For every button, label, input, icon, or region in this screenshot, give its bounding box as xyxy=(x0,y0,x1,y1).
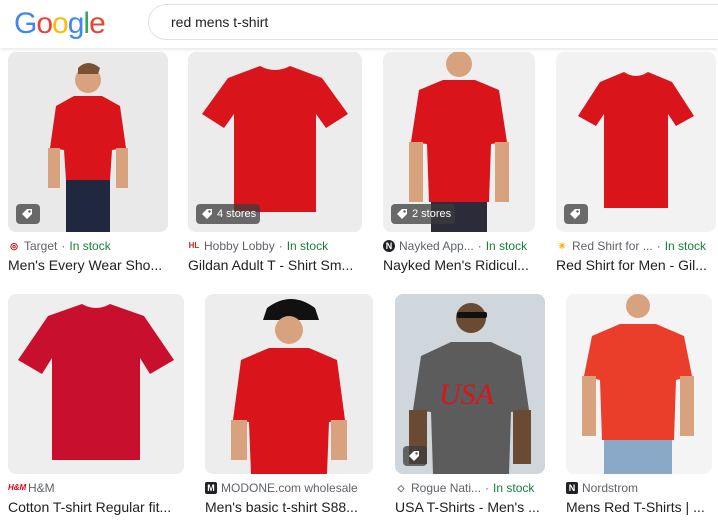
result-image[interactable]: 4 stores xyxy=(188,52,362,232)
result-title[interactable]: Cotton T-shirt Regular fit... xyxy=(8,498,184,516)
google-logo[interactable]: Google xyxy=(14,6,106,42)
shopping-tag xyxy=(564,204,588,224)
result-image[interactable]: 2 stores xyxy=(383,52,535,232)
result-image[interactable] xyxy=(556,52,716,232)
result-image[interactable] xyxy=(205,294,373,474)
hobby-lobby-icon: HL xyxy=(188,241,200,250)
tag-icon xyxy=(570,209,580,219)
target-icon: ◎ xyxy=(10,241,18,251)
result-source[interactable]: ◇ Rogue Nati... · In stock xyxy=(395,480,545,496)
tag-icon xyxy=(202,209,212,219)
tag-icon xyxy=(397,209,407,219)
shopping-tag xyxy=(16,204,40,224)
result-image[interactable] xyxy=(8,52,168,232)
modone-icon: M xyxy=(205,482,217,494)
search-input[interactable]: red mens t-shirt xyxy=(148,4,718,40)
result-title[interactable]: Red Shirt for Men - Gil... xyxy=(556,256,716,274)
result-source[interactable]: ◎ Target · In stock xyxy=(8,238,168,254)
result-title[interactable]: Mens Red T-Shirts | ... xyxy=(566,498,712,516)
result-source[interactable]: M MODONE.com wholesale xyxy=(205,480,373,496)
result-title[interactable]: USA T-Shirts - Men's ... xyxy=(395,498,545,516)
shopping-tag: 2 stores xyxy=(391,204,456,224)
result-source[interactable]: N Nayked App... · In stock xyxy=(383,238,535,254)
result-title[interactable]: Gildan Adult T - Shirt Sm... xyxy=(188,256,362,274)
tag-icon xyxy=(409,451,419,461)
result-title[interactable]: Nayked Men's Ridicul... xyxy=(383,256,535,274)
svg-text:USA: USA xyxy=(439,378,495,411)
header: Google red mens t-shirt xyxy=(0,0,718,48)
result-title[interactable]: Men's Every Wear Sho... xyxy=(8,256,168,274)
shopping-tag: 4 stores xyxy=(196,204,261,224)
result-image[interactable] xyxy=(566,294,712,474)
rogue-nation-icon: ◇ xyxy=(397,483,405,493)
result-source[interactable]: HL Hobby Lobby · In stock xyxy=(188,238,362,254)
result-source[interactable]: N Nordstrom xyxy=(566,480,712,496)
result-source[interactable]: H&M H&M xyxy=(8,480,184,496)
nayked-icon: N xyxy=(383,240,395,252)
shopping-tag xyxy=(403,446,427,466)
hm-icon: H&M xyxy=(8,483,27,492)
result-image[interactable]: USA xyxy=(395,294,545,474)
result-image[interactable] xyxy=(8,294,184,474)
result-source[interactable]: ✳ Red Shirt for ... · In stock xyxy=(556,238,716,254)
tag-icon xyxy=(22,209,32,219)
sparkle-icon: ✳ xyxy=(558,241,566,251)
result-title[interactable]: Men's basic t-shirt S88... xyxy=(205,498,373,516)
nordstrom-icon: N xyxy=(566,482,578,494)
